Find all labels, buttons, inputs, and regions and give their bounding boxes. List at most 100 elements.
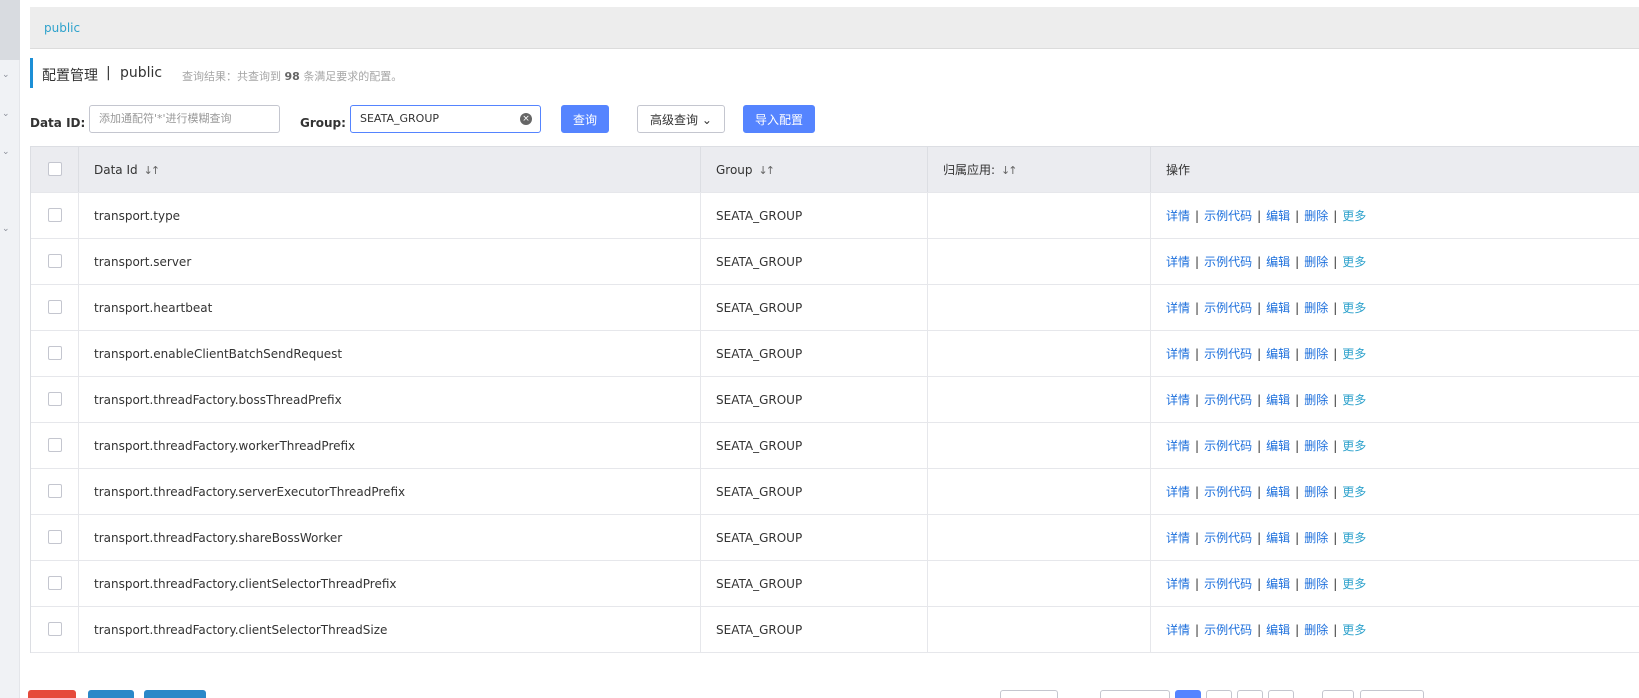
detail-link[interactable]: 详情 (1166, 301, 1190, 315)
row-checkbox[interactable] (48, 576, 62, 590)
sample-code-link[interactable]: 示例代码 (1204, 209, 1252, 223)
edit-link[interactable]: 编辑 (1266, 347, 1290, 361)
page-header: 配置管理 | public 查询结果：共查询到 98 条满足要求的配置。 (30, 58, 1630, 88)
more-link[interactable]: 更多 (1342, 393, 1366, 407)
delete-link[interactable]: 删除 (1304, 255, 1328, 269)
row-checkbox[interactable] (48, 392, 62, 406)
sample-code-link[interactable]: 示例代码 (1204, 531, 1252, 545)
sample-code-link[interactable]: 示例代码 (1204, 301, 1252, 315)
edit-link[interactable]: 编辑 (1266, 577, 1290, 591)
edit-link[interactable]: 编辑 (1266, 301, 1290, 315)
more-link[interactable]: 更多 (1342, 623, 1366, 637)
pagination-size[interactable] (1000, 690, 1058, 698)
sample-code-link[interactable]: 示例代码 (1204, 623, 1252, 637)
data-id-input[interactable]: 添加通配符'*'进行模糊查询 (89, 105, 280, 133)
more-link[interactable]: 更多 (1342, 485, 1366, 499)
edit-link[interactable]: 编辑 (1266, 439, 1290, 453)
clear-icon[interactable]: × (520, 113, 532, 125)
row-checkbox[interactable] (48, 300, 62, 314)
table-row: transport.enableClientBatchSendRequest SE… (31, 331, 1639, 377)
header-group[interactable]: Group ↓↑ (701, 147, 928, 192)
edit-link[interactable]: 编辑 (1266, 209, 1290, 223)
sample-code-link[interactable]: 示例代码 (1204, 347, 1252, 361)
edit-link[interactable]: 编辑 (1266, 255, 1290, 269)
more-link[interactable]: 更多 (1342, 439, 1366, 453)
row-checkbox[interactable] (48, 438, 62, 452)
more-link[interactable]: 更多 (1342, 209, 1366, 223)
table-row: transport.threadFactory.shareBossWorker S… (31, 515, 1639, 561)
delete-link[interactable]: 删除 (1304, 209, 1328, 223)
more-link[interactable]: 更多 (1342, 347, 1366, 361)
row-checkbox[interactable] (48, 484, 62, 498)
sample-code-link[interactable]: 示例代码 (1204, 439, 1252, 453)
row-checkbox[interactable] (48, 530, 62, 544)
pagination-page[interactable] (1237, 690, 1263, 698)
more-link[interactable]: 更多 (1342, 577, 1366, 591)
delete-link[interactable]: 删除 (1304, 347, 1328, 361)
search-button[interactable]: 查询 (561, 105, 609, 133)
namespace-link-public[interactable]: public (44, 21, 80, 35)
ops-separator: | (1257, 255, 1262, 269)
edit-link[interactable]: 编辑 (1266, 485, 1290, 499)
delete-link[interactable]: 删除 (1304, 623, 1328, 637)
footer-export-button[interactable] (88, 690, 134, 698)
detail-link[interactable]: 详情 (1166, 577, 1190, 591)
sample-code-link[interactable]: 示例代码 (1204, 577, 1252, 591)
more-link[interactable]: 更多 (1342, 255, 1366, 269)
more-link[interactable]: 更多 (1342, 301, 1366, 315)
pagination-prev[interactable] (1100, 690, 1170, 698)
sample-code-link[interactable]: 示例代码 (1204, 255, 1252, 269)
table-row: transport.heartbeat SEATA_GROUP 详情 | 示例代码 | 编辑… (31, 285, 1639, 331)
more-link[interactable]: 更多 (1342, 531, 1366, 545)
detail-link[interactable]: 详情 (1166, 347, 1190, 361)
row-checkbox[interactable] (48, 208, 62, 222)
group-input[interactable]: SEATA_GROUP × (350, 105, 541, 133)
ops-separator: | (1195, 347, 1200, 361)
delete-link[interactable]: 删除 (1304, 531, 1328, 545)
footer-delete-button[interactable] (28, 690, 76, 698)
pagination-next[interactable] (1322, 690, 1354, 698)
edit-link[interactable]: 编辑 (1266, 623, 1290, 637)
sort-icon[interactable]: ↓↑ (1001, 148, 1018, 194)
chevron-down-icon[interactable]: ⌄ (2, 147, 12, 157)
select-all-checkbox[interactable] (48, 162, 62, 176)
detail-link[interactable]: 详情 (1166, 623, 1190, 637)
footer-clone-button[interactable] (144, 690, 206, 698)
cell-ops: 详情 | 示例代码 | 编辑 | 删除 | 更多 (1151, 193, 1639, 238)
chevron-down-icon[interactable]: ⌄ (2, 109, 12, 119)
detail-link[interactable]: 详情 (1166, 209, 1190, 223)
edit-link[interactable]: 编辑 (1266, 393, 1290, 407)
pagination-jump[interactable] (1360, 690, 1424, 698)
detail-link[interactable]: 详情 (1166, 255, 1190, 269)
chevron-down-icon[interactable]: ⌄ (2, 70, 12, 80)
header-app[interactable]: 归属应用: ↓↑ (928, 147, 1151, 192)
pagination-page[interactable] (1268, 690, 1294, 698)
row-checkbox[interactable] (48, 622, 62, 636)
sort-icon[interactable]: ↓↑ (144, 148, 161, 194)
advanced-search-button[interactable]: 高级查询 ⌄ (637, 105, 725, 133)
group-label: Group: (300, 116, 346, 130)
delete-link[interactable]: 删除 (1304, 393, 1328, 407)
pagination-page[interactable] (1206, 690, 1232, 698)
detail-link[interactable]: 详情 (1166, 485, 1190, 499)
detail-link[interactable]: 详情 (1166, 393, 1190, 407)
delete-link[interactable]: 删除 (1304, 301, 1328, 315)
cell-data-id: transport.heartbeat (79, 285, 701, 330)
row-checkbox[interactable] (48, 254, 62, 268)
delete-link[interactable]: 删除 (1304, 439, 1328, 453)
chevron-down-icon[interactable]: ⌄ (2, 224, 12, 234)
detail-link[interactable]: 详情 (1166, 439, 1190, 453)
import-config-button[interactable]: 导入配置 (743, 105, 815, 133)
detail-link[interactable]: 详情 (1166, 531, 1190, 545)
delete-link[interactable]: 删除 (1304, 577, 1328, 591)
row-select-cell (31, 331, 79, 376)
edit-link[interactable]: 编辑 (1266, 531, 1290, 545)
sample-code-link[interactable]: 示例代码 (1204, 485, 1252, 499)
delete-link[interactable]: 删除 (1304, 485, 1328, 499)
sort-icon[interactable]: ↓↑ (759, 148, 776, 194)
pagination-page[interactable] (1175, 690, 1201, 698)
sample-code-link[interactable]: 示例代码 (1204, 393, 1252, 407)
row-checkbox[interactable] (48, 346, 62, 360)
page-title: 配置管理 (42, 68, 98, 84)
header-data-id[interactable]: Data Id ↓↑ (79, 147, 701, 192)
